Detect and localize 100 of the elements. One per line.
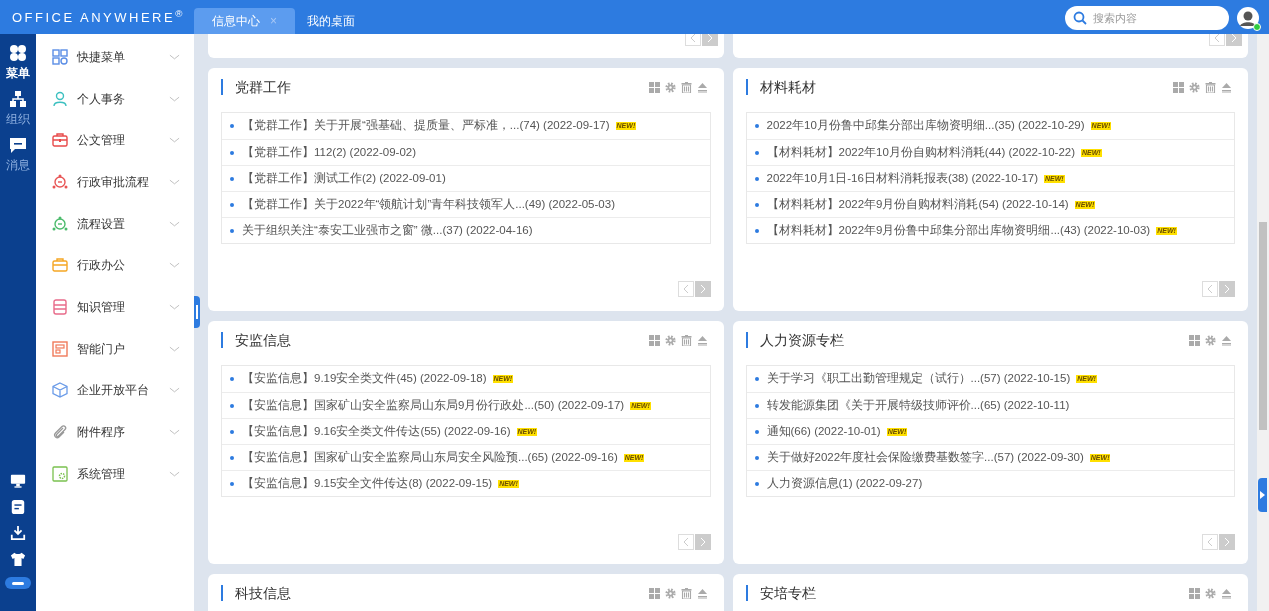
bullet-icon xyxy=(230,481,234,486)
previous-button[interactable] xyxy=(684,34,701,46)
news-link[interactable]: 关于组织关注“泰安工业强市之窗” 微...(37) (2022-04-16) xyxy=(242,221,533,240)
shirt-icon[interactable] xyxy=(10,551,26,567)
news-link[interactable]: 【材料耗材】2022年9月份鲁中邱集分部出库物资明细...(43) (2022-10-03) xyxy=(766,221,1151,240)
menu-item[interactable]: 快捷菜单 xyxy=(36,36,194,78)
next-button[interactable] xyxy=(701,34,718,46)
layout-icon[interactable] xyxy=(648,81,660,93)
next-button[interactable] xyxy=(1226,34,1242,46)
org-chart-icon[interactable] xyxy=(9,90,27,108)
menu-item[interactable]: 行政审批流程 xyxy=(36,161,194,203)
news-link[interactable]: 转发能源集团《关于开展特级技师评价...(65) (2022-10-11) xyxy=(766,396,1070,415)
chevron-down-icon xyxy=(169,429,180,436)
expand-handle[interactable] xyxy=(1258,478,1267,512)
scrollbar[interactable] xyxy=(1257,34,1269,611)
menu-item[interactable]: 流程设置 xyxy=(36,202,194,245)
download-icon[interactable] xyxy=(10,525,26,541)
news-link[interactable]: 【安监信息】国家矿山安全监察局山东局9月份行政处...(50) (2022-09-17) xyxy=(242,396,625,415)
bullet-icon xyxy=(754,377,759,381)
menu-item[interactable]: 公文管理 xyxy=(36,119,194,162)
previous-button[interactable] xyxy=(677,534,694,550)
news-link[interactable]: 【安监信息】9.19安全类文件(45) (2022-09-18) xyxy=(242,370,487,388)
settings-icon[interactable] xyxy=(664,81,676,93)
news-link[interactable]: 【材料耗材】2022年10月份自购材料消耗(44) (2022-10-22) xyxy=(766,143,1075,162)
layout-icon[interactable] xyxy=(1189,334,1200,346)
chevron-right-icon xyxy=(1224,538,1230,546)
news-link[interactable]: 关于学习《职工出勤管理规定（试行）...(57) (2022-10-15) xyxy=(766,370,1071,388)
news-link[interactable]: 【党群工作】关于开展“强基础、提质量、严标准，...(74) (2022-09-17) xyxy=(242,117,610,135)
menu-item[interactable]: 附件程序 xyxy=(36,411,194,453)
eject-icon[interactable] xyxy=(1221,334,1232,346)
next-button[interactable] xyxy=(694,534,711,550)
search-input[interactable]: 搜索内容 xyxy=(1093,9,1221,27)
bullet-icon xyxy=(230,228,234,233)
rail-label[interactable]: 消息 xyxy=(6,156,30,174)
news-link[interactable]: 【安监信息】9.15安全文件传达(8) (2022-09-15) xyxy=(242,474,493,493)
briefcase-icon xyxy=(52,132,68,149)
news-link[interactable]: 关于做好2022年度社会保险缴费基数签字...(57) (2022-09-30) xyxy=(766,448,1084,467)
bullet-icon xyxy=(230,150,234,155)
eject-icon[interactable] xyxy=(1221,587,1232,599)
layout-icon[interactable] xyxy=(648,587,660,599)
trash-icon[interactable] xyxy=(680,81,692,93)
settings-icon[interactable] xyxy=(664,334,676,346)
monitor-icon[interactable] xyxy=(10,473,26,489)
eject-icon[interactable] xyxy=(696,587,708,599)
trash-icon[interactable] xyxy=(680,587,692,599)
layout-icon[interactable] xyxy=(1173,81,1184,93)
previous-button[interactable] xyxy=(1202,534,1218,550)
next-button[interactable] xyxy=(1219,534,1235,550)
news-link[interactable]: 【安监信息】9.16安全类文件传达(55) (2022-09-16) xyxy=(242,422,511,441)
chevron-left-icon xyxy=(1214,34,1220,42)
search-field[interactable]: 搜索内容 xyxy=(1065,6,1229,30)
menu-item[interactable]: 行政办公 xyxy=(36,244,194,287)
document-icon[interactable] xyxy=(10,499,26,515)
news-link[interactable]: 【党群工作】112(2) (2022-09-02) xyxy=(242,143,417,162)
trash-icon[interactable] xyxy=(680,334,692,346)
rail-label[interactable]: 组织 xyxy=(6,110,30,128)
app-logo: OFFICE ANYWHERE$^{®}$ xyxy=(12,8,186,27)
chevron-left-icon xyxy=(682,285,689,293)
settings-icon[interactable] xyxy=(1189,81,1200,93)
eject-icon[interactable] xyxy=(696,81,708,93)
collapse-handle[interactable] xyxy=(194,296,200,328)
message-icon[interactable] xyxy=(9,136,27,154)
chevron-down-icon xyxy=(169,262,180,269)
previous-button[interactable] xyxy=(677,281,694,297)
apps-icon[interactable] xyxy=(9,44,27,62)
news-link[interactable]: 【党群工作】测试工作(2) (2022-09-01) xyxy=(242,169,446,188)
layout-icon[interactable] xyxy=(1189,587,1200,599)
settings-icon[interactable] xyxy=(1205,587,1216,599)
menu-item[interactable]: 系统管理 xyxy=(36,452,194,495)
menu-item[interactable]: 个人事务 xyxy=(36,77,194,120)
chevron-down-icon xyxy=(169,387,180,394)
menu-item[interactable]: 企业开放平台 xyxy=(36,369,194,412)
toggle-pill[interactable] xyxy=(5,577,31,589)
trash-icon[interactable] xyxy=(1205,81,1216,93)
news-link[interactable]: 人力资源信息(1) (2022-09-27) xyxy=(766,474,923,493)
rail-label[interactable]: 菜单 xyxy=(6,64,30,82)
previous-button[interactable] xyxy=(1209,34,1225,46)
eject-icon[interactable] xyxy=(696,334,708,346)
news-link[interactable]: 通知(66) (2022-10-01) xyxy=(766,422,881,441)
previous-button[interactable] xyxy=(1202,281,1218,297)
news-link[interactable]: 2022年10月份鲁中邱集分部出库物资明细...(35) (2022-10-29) xyxy=(766,117,1085,135)
bullet-icon xyxy=(230,124,234,128)
settings-icon[interactable] xyxy=(1205,334,1216,346)
next-button[interactable] xyxy=(1219,281,1235,297)
settings-icon[interactable] xyxy=(664,587,676,599)
news-link[interactable]: 【安监信息】国家矿山安全监察局山东局安全风险预...(65) (2022-09-16) xyxy=(242,448,618,467)
tab[interactable]: 我的桌面 xyxy=(295,8,367,34)
bullet-icon xyxy=(754,150,759,155)
menu-item[interactable]: 知识管理 xyxy=(36,286,194,328)
menu-item[interactable]: 智能门户 xyxy=(36,327,194,370)
news-link[interactable]: 2022年10月1日-16日材料消耗报表(38) (2022-10-17) xyxy=(766,169,1039,188)
search-icon xyxy=(1073,11,1087,25)
news-link[interactable]: 【党群工作】关于2022年“领航计划”青年科技领军人...(49) (2022-05-03) xyxy=(242,195,615,214)
next-button[interactable] xyxy=(694,281,711,297)
avatar[interactable] xyxy=(1237,7,1259,29)
card-title: 材料耗材 xyxy=(759,77,816,97)
layout-icon[interactable] xyxy=(648,334,660,346)
eject-icon[interactable] xyxy=(1221,81,1232,93)
chevron-left-icon xyxy=(689,34,696,42)
news-link[interactable]: 【材料耗材】2022年9月份自购材料消耗(54) (2022-10-14) xyxy=(766,195,1069,214)
